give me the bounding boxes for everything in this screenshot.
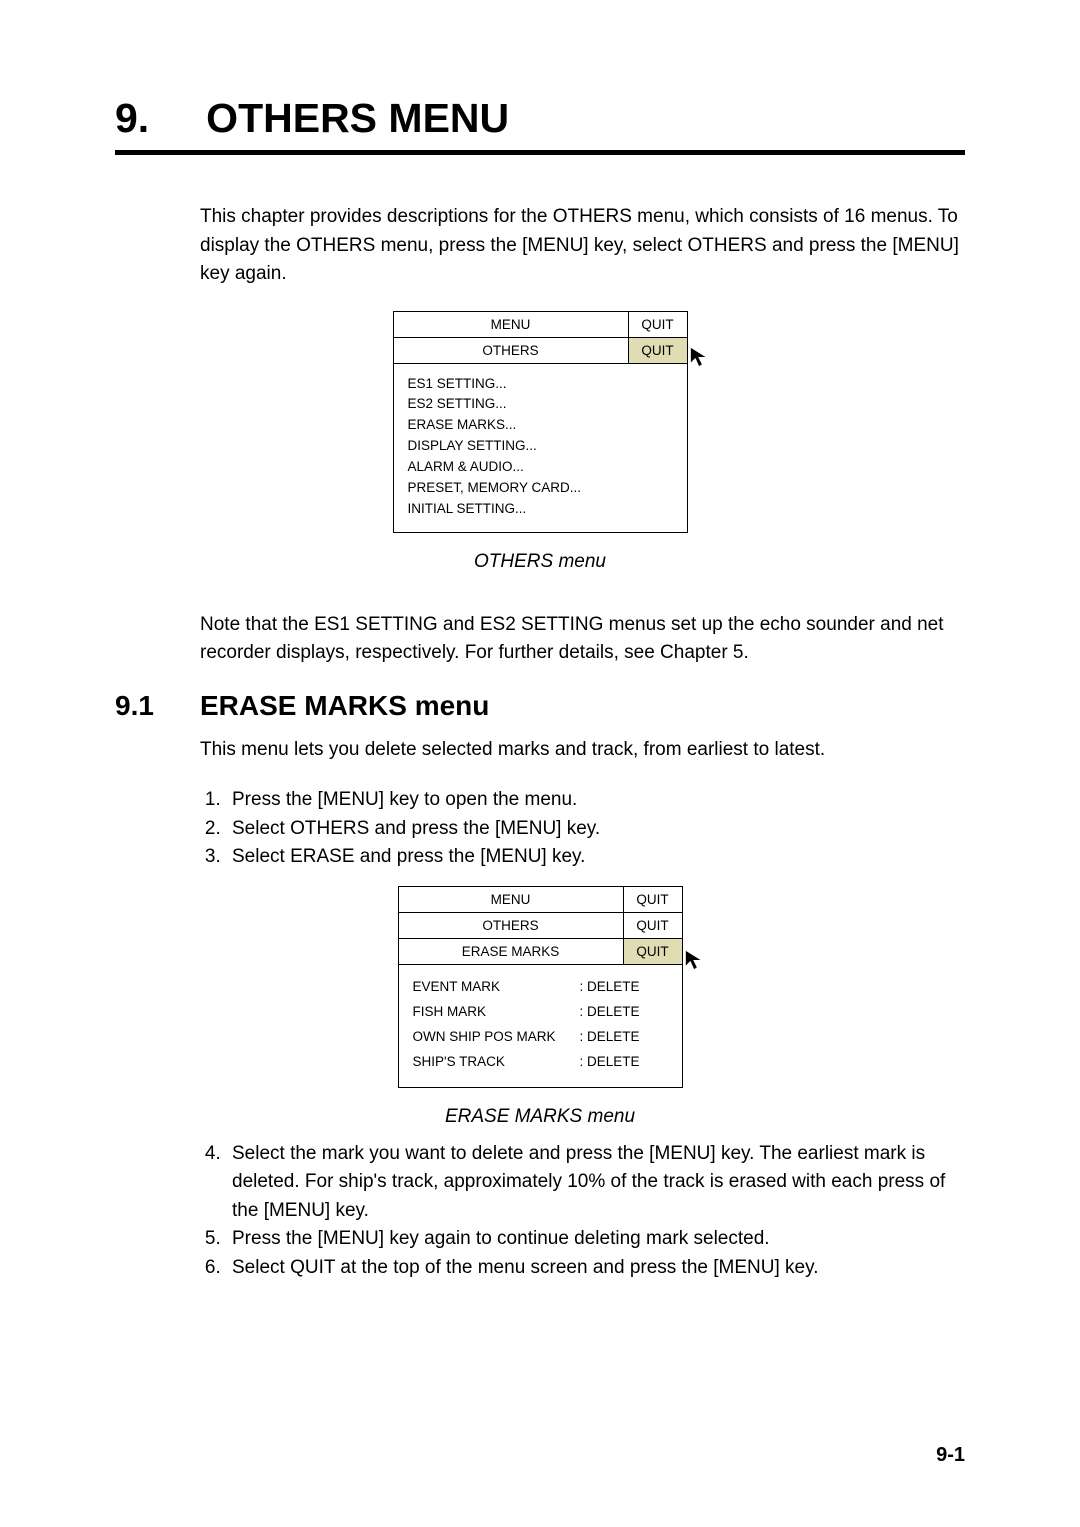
menu-item-value: : DELETE [579,1050,667,1075]
section-number: 9.1 [115,690,200,722]
others-menu-figure: MENU QUIT OTHERS QUIT ES1 SETTING... ES2… [115,311,965,533]
menu-header-left: OTHERS [399,913,624,938]
menu-header-left: MENU [394,312,629,337]
chapter-name: OTHERS MENU [206,95,509,141]
menu-item-row: EVENT MARK : DELETE [413,975,668,1000]
menu-item: ALARM & AUDIO... [408,457,673,478]
erase-marks-menu-box: MENU QUIT OTHERS QUIT ERASE MARKS QUIT E… [398,886,683,1088]
figure-caption: OTHERS menu [115,551,965,573]
menu-item-label: FISH MARK [413,1000,487,1025]
menu-item-value: : DELETE [579,975,667,1000]
menu-item: ES2 SETTING... [408,394,673,415]
menu-header-row-2: OTHERS QUIT [394,338,687,364]
menu-item-row: FISH MARK : DELETE [413,1000,668,1025]
cursor-icon [689,346,711,368]
menu-header-right: QUIT [624,913,682,938]
menu-header-left: ERASE MARKS [399,939,624,964]
figure-caption: ERASE MARKS menu [115,1106,965,1128]
menu-items-list: EVENT MARK : DELETE FISH MARK : DELETE O… [399,965,682,1087]
menu-item: PRESET, MEMORY CARD... [408,478,673,499]
menu-item: ES1 SETTING... [408,374,673,395]
note-paragraph: Note that the ES1 SETTING and ES2 SETTIN… [200,611,965,668]
step-item: Press the [MENU] key again to continue d… [226,1225,965,1254]
menu-header-left: MENU [399,887,624,912]
page-number: 9-1 [936,1444,965,1467]
menu-item: ERASE MARKS... [408,415,673,436]
steps-list-1: Press the [MENU] key to open the menu. S… [200,786,965,872]
menu-header-row-3: ERASE MARKS QUIT [399,939,682,965]
section-heading: 9.1 ERASE MARKS menu [115,690,965,722]
title-rule [115,150,965,155]
section-title: ERASE MARKS menu [200,690,489,722]
menu-header-right-highlighted: QUIT [629,338,687,363]
erase-marks-menu-figure: MENU QUIT OTHERS QUIT ERASE MARKS QUIT E… [115,886,965,1088]
menu-header-right: QUIT [624,887,682,912]
menu-header-row-2: OTHERS QUIT [399,913,682,939]
menu-item-label: OWN SHIP POS MARK [413,1025,556,1050]
step-item: Select ERASE and press the [MENU] key. [226,843,965,872]
menu-item: DISPLAY SETTING... [408,436,673,457]
menu-header-row-1: MENU QUIT [399,887,682,913]
steps-list-2: Select the mark you want to delete and p… [200,1140,965,1283]
menu-header-right-highlighted: QUIT [624,939,682,964]
menu-header-left: OTHERS [394,338,629,363]
menu-item: INITIAL SETTING... [408,499,673,520]
menu-item-row: SHIP'S TRACK : DELETE [413,1050,668,1075]
step-item: Select OTHERS and press the [MENU] key. [226,815,965,844]
menu-item-label: SHIP'S TRACK [413,1050,505,1075]
step-item: Select the mark you want to delete and p… [226,1140,965,1226]
menu-item-label: EVENT MARK [413,975,501,1000]
step-item: Press the [MENU] key to open the menu. [226,786,965,815]
step-item: Select QUIT at the top of the menu scree… [226,1254,965,1283]
menu-header-right: QUIT [629,312,687,337]
chapter-number: 9. [115,95,149,141]
section-intro-paragraph: This menu lets you delete selected marks… [200,736,965,765]
intro-paragraph: This chapter provides descriptions for t… [200,203,965,289]
menu-item-row: OWN SHIP POS MARK : DELETE [413,1025,668,1050]
chapter-title: 9. OTHERS MENU [115,95,965,142]
menu-items-list: ES1 SETTING... ES2 SETTING... ERASE MARK… [394,364,687,532]
cursor-icon [684,949,706,971]
menu-item-value: : DELETE [579,1025,667,1050]
menu-item-value: : DELETE [579,1000,667,1025]
menu-header-row-1: MENU QUIT [394,312,687,338]
others-menu-box: MENU QUIT OTHERS QUIT ES1 SETTING... ES2… [393,311,688,533]
